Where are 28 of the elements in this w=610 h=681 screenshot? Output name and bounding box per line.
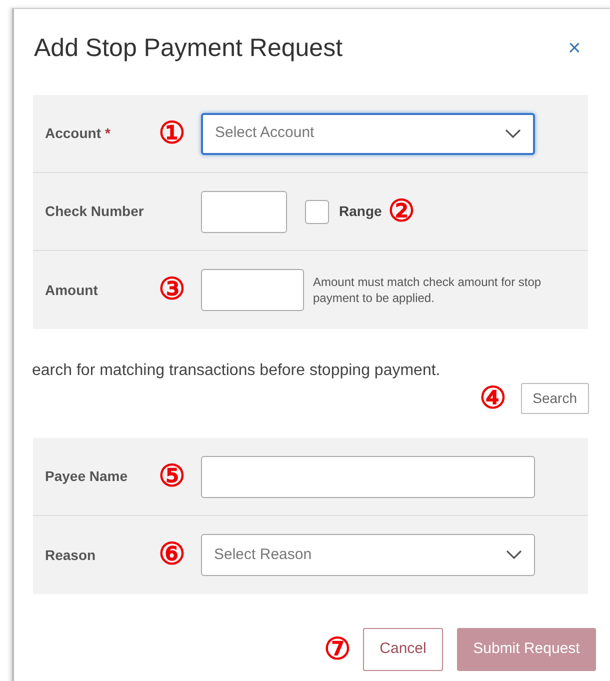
search-button[interactable]: Search xyxy=(520,383,589,414)
chevron-down-icon xyxy=(506,550,522,560)
select-field[interactable]: Select Account xyxy=(201,112,535,154)
field-label: Payee Name xyxy=(45,468,128,484)
cancel-button[interactable]: Cancel xyxy=(363,628,443,671)
annotation-marker: ③ xyxy=(158,275,186,305)
annotation-marker: ① xyxy=(158,118,186,148)
close-button[interactable]: × xyxy=(564,37,585,59)
annotation-marker: ⑥ xyxy=(158,540,186,570)
chevron-down-icon xyxy=(505,128,521,138)
checkbox-label: Range xyxy=(339,202,382,221)
annotation-marker: ② xyxy=(388,196,415,226)
annotation-marker: ⑤ xyxy=(158,462,186,492)
dialog-title: Add Stop Payment Request xyxy=(34,33,343,63)
annotation-marker: ④ xyxy=(480,384,507,414)
annotation-marker: ⑦ xyxy=(324,634,351,664)
field-label: Reason xyxy=(45,546,96,562)
field-label: Amount xyxy=(45,282,98,298)
help-text: Amount must match check amount for stop payment to be applied. xyxy=(313,274,542,306)
input-field[interactable] xyxy=(201,190,287,232)
checkbox[interactable] xyxy=(305,200,329,224)
input-field[interactable] xyxy=(201,269,304,311)
input-field[interactable] xyxy=(201,456,535,498)
search-hint: earch for matching transactions before stopping payment. xyxy=(32,361,442,381)
field-label: Account xyxy=(45,125,101,141)
select-field[interactable]: Select Reason xyxy=(201,534,535,576)
required-mark: * xyxy=(105,125,110,141)
field-label: Check Number xyxy=(45,203,144,219)
